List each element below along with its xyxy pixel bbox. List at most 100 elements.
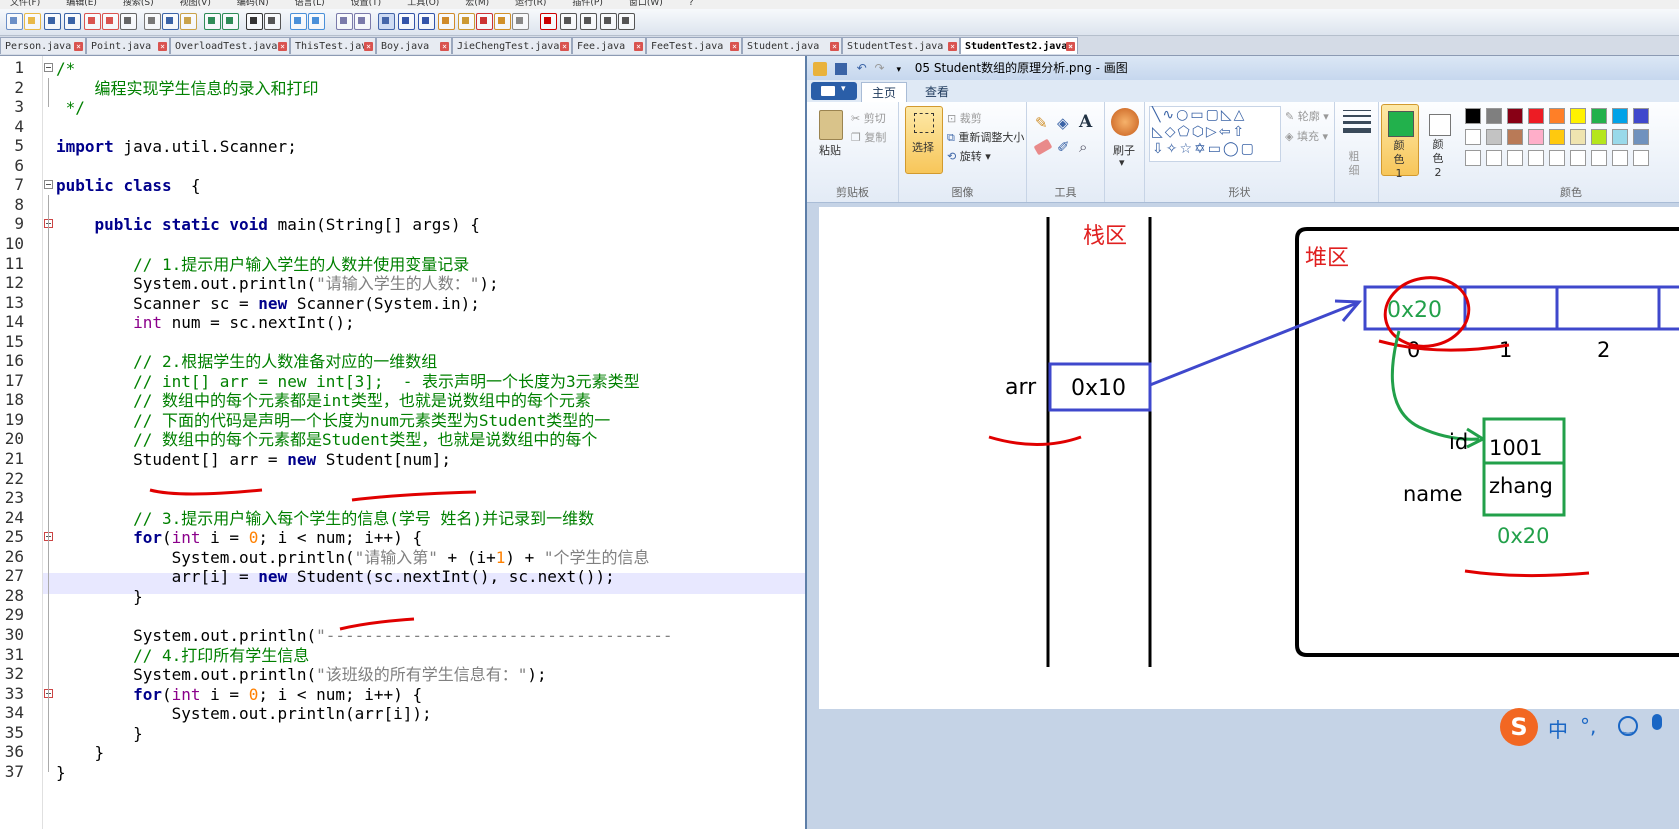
menu-item[interactable]: 编码(N) [237,0,269,8]
line-width-icon[interactable] [1343,110,1371,133]
palette-color-swatch[interactable] [1507,129,1523,145]
menu-item[interactable]: 文件(F) [10,0,40,8]
palette-color-swatch[interactable] [1465,150,1481,166]
magnifier-icon[interactable]: ⌕ [1079,138,1087,156]
run-macro-icon[interactable] [600,13,617,30]
tab-close-icon[interactable]: × [440,42,449,51]
fold-marker-icon[interactable] [44,180,53,190]
tab-close-icon[interactable]: × [730,42,739,51]
redo-icon[interactable] [222,13,239,30]
tab-close-icon[interactable]: × [634,42,643,51]
emoji-icon[interactable]: ‿ [1618,716,1638,736]
palette-color-swatch[interactable] [1612,150,1628,166]
save-icon[interactable] [44,13,61,30]
quick-access-chevron-icon[interactable]: ▾ [896,65,901,75]
palette-color-swatch[interactable] [1612,108,1628,124]
zoom-in-icon[interactable] [290,13,307,30]
record-macro-icon[interactable] [540,13,557,30]
crop-button[interactable]: ⊡ 裁剪 [947,110,982,126]
palette-color-swatch[interactable] [1570,108,1586,124]
resize-button[interactable]: ⧉ 重新调整大小 [947,129,1024,145]
palette-color-swatch[interactable] [1549,108,1565,124]
palette-color-swatch[interactable] [1570,129,1586,145]
palette-color-swatch[interactable] [1465,129,1481,145]
fill-button[interactable]: ◈ 填充 ▾ [1285,128,1328,144]
palette-color-swatch[interactable] [1486,108,1502,124]
palette-color-swatch[interactable] [1528,129,1544,145]
select-button[interactable]: 选择 [905,106,943,174]
tab-view[interactable]: 查看 [915,82,959,102]
palette-color-swatch[interactable] [1591,108,1607,124]
redo-icon[interactable]: ↷ [875,61,885,75]
tab-home[interactable]: 主页 [861,82,908,103]
text-tool-icon[interactable]: A [1079,112,1092,132]
palette-color-swatch[interactable] [1633,129,1649,145]
palette-color-swatch[interactable] [1549,129,1565,145]
menu-item[interactable]: 搜索(S) [123,0,154,8]
pencil-icon[interactable]: ✎ [1035,114,1048,132]
tab-close-icon[interactable]: × [158,42,167,51]
menu-item[interactable]: 工具(O) [407,0,439,8]
paste-icon[interactable] [180,13,197,30]
ime-punct-toggle[interactable]: °, [1580,714,1596,738]
palette-color-swatch[interactable] [1591,129,1607,145]
microphone-icon[interactable] [1652,714,1662,730]
tab-close-icon[interactable]: × [364,42,373,51]
brush-icon[interactable] [1111,108,1139,136]
tab-close-icon[interactable]: × [560,42,569,51]
monitor-icon[interactable] [512,13,529,30]
folder-icon[interactable] [494,13,511,30]
menu-item[interactable]: 设置(T) [351,0,382,8]
eraser-icon[interactable] [1033,138,1053,156]
tab-close-icon[interactable]: × [74,42,83,51]
tab-point[interactable]: Point.java × [86,37,170,54]
color-picker-icon[interactable]: ✐ [1057,138,1070,156]
palette-color-swatch[interactable] [1528,108,1544,124]
replace-icon[interactable] [264,13,281,30]
tab-boy[interactable]: Boy.java × [376,37,452,54]
tab-close-icon[interactable]: × [278,42,287,51]
paste-icon[interactable] [819,110,843,140]
palette-color-swatch[interactable] [1591,150,1607,166]
paste-button[interactable]: 粘贴 [819,142,841,158]
palette-color-swatch[interactable] [1486,129,1502,145]
rotate-button[interactable]: ⟲ 旋转 ▾ [947,148,991,164]
save-macro-icon[interactable] [618,13,635,30]
copy-button[interactable]: ❐ 复制 [851,129,886,145]
tab-studenttest2[interactable]: StudentTest2.java × [960,37,1078,54]
palette-color-swatch[interactable] [1633,150,1649,166]
menu-item[interactable]: 插件(P) [572,0,602,8]
fill-bucket-icon[interactable]: ◈ [1057,114,1069,132]
stop-macro-icon[interactable] [560,13,577,30]
save-all-icon[interactable] [64,13,81,30]
palette-color-swatch[interactable] [1507,150,1523,166]
func-list-icon[interactable] [476,13,493,30]
copy-icon[interactable] [162,13,179,30]
print-icon[interactable] [120,13,137,30]
play-macro-icon[interactable] [580,13,597,30]
color1-button[interactable]: 颜色 1 [1381,104,1419,180]
cut-button[interactable]: ✂ 剪切 [851,110,886,126]
doc-map-icon[interactable] [458,13,475,30]
show-all-icon[interactable] [398,13,415,30]
indent-guide-icon[interactable] [418,13,435,30]
palette-color-swatch[interactable] [1486,150,1502,166]
paint-canvas[interactable]: 栈区 arr 0x10 堆区 0x20 0 1 2 id 1001 name z… [819,207,1679,709]
close-all-icon[interactable] [102,13,119,30]
palette-color-swatch[interactable] [1570,150,1586,166]
menu-item[interactable]: 窗口(W) [629,0,663,8]
tab-student[interactable]: Student.java × [742,37,842,54]
wrap-icon[interactable] [378,13,395,30]
color2-button[interactable]: 颜色 2 [1421,104,1457,179]
new-file-icon[interactable] [6,13,23,30]
tab-studenttest[interactable]: StudentTest.java × [842,37,960,54]
close-icon[interactable] [84,13,101,30]
lang-icon[interactable] [438,13,455,30]
tab-close-icon[interactable]: × [1066,42,1075,51]
palette-color-swatch[interactable] [1549,150,1565,166]
code-editor[interactable]: 1 2 3 4 5 6 7 8 9 10 11 12 13 14 15 16 17 18 19 20 21 22 23 24 2… [0,56,805,829]
menu-item[interactable]: 视图(V) [180,0,211,8]
tab-feetest[interactable]: FeeTest.java × [646,37,742,54]
palette-color-swatch[interactable] [1528,150,1544,166]
menu-item[interactable]: 宏(M) [465,0,489,8]
